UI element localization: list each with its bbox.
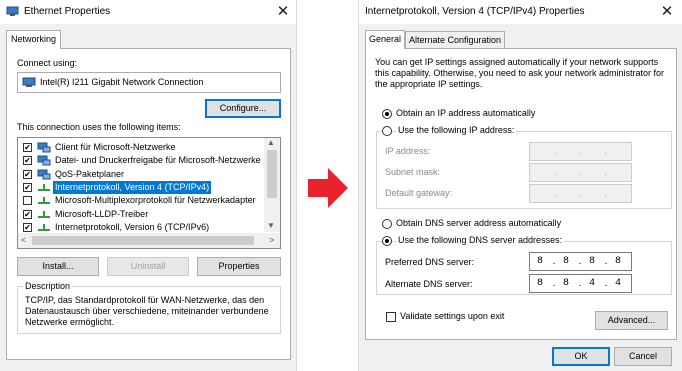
item-checkbox[interactable]: ✔ [23,156,32,166]
item-checkbox[interactable]: ✔ [23,143,32,152]
tab-networking[interactable]: Networking [6,30,61,49]
adapter-box: Intel(R) I211 Gigabit Network Connection [17,72,281,93]
qos-icon [37,169,51,180]
ip-address-label: IP address: [385,146,431,156]
use-following-ip-radio[interactable] [382,126,392,136]
tab-alternate-configuration[interactable]: Alternate Configuration [405,31,505,49]
item-checkbox[interactable] [23,196,32,206]
close-icon: ✕ [660,3,674,20]
file-sharing-icon [37,155,51,166]
network-adapter-icon [22,77,36,87]
alternate-dns-octet-3: 4 [588,278,595,289]
connect-using-label: Connect using: [17,58,78,68]
list-item-label: Datei- und Druckerfreigabe für Microsoft… [55,155,261,166]
uninstall-button[interactable]: Uninstall [107,257,189,276]
list-item-label: QoS-Paketplaner [55,168,125,179]
protocol-icon [38,210,50,218]
ip-address-field[interactable]: . . . [529,142,632,161]
items-label: This connection uses the following items… [17,122,181,132]
obtain-ip-auto-radio[interactable] [382,109,392,119]
alternate-dns-octet-4: 4 [614,278,621,289]
tab-general[interactable]: General [365,30,405,49]
list-item-label: Microsoft-LLDP-Treiber [55,208,149,219]
default-gateway-label: Default gateway: [385,188,453,198]
vertical-scrollbar[interactable]: ▲ ▼ [264,138,280,232]
scroll-down-icon[interactable]: ▼ [267,221,275,230]
protocol-icon [38,223,50,231]
alternate-dns-octet-1: 8 [536,278,543,289]
list-item-label: Client für Microsoft-Netzwerke [55,142,176,152]
h-scrollbar-thumb[interactable] [32,236,254,245]
alternate-dns-field[interactable]: 8 . 8 . 4 . 4 [529,274,632,293]
close-button[interactable]: ✕ [274,3,292,21]
obtain-dns-auto-label: Obtain DNS server address automatically [396,218,562,228]
description-title: Description [23,281,73,291]
scroll-up-icon[interactable]: ▲ [267,138,275,147]
ipv4-properties-window: Internetprotokoll, Version 4 (TCP/IPv4) … [358,0,682,371]
default-gateway-field[interactable]: . . . [529,184,632,203]
item-checkbox[interactable]: ✔ [23,169,32,179]
use-following-ip-label: Use the following IP address: [396,125,517,135]
subnet-mask-label: Subnet mask: [385,167,441,177]
adapter-name: Intel(R) I211 Gigabit Network Connection [40,77,204,87]
intro-text: You can get IP settings assigned automat… [375,57,664,89]
obtain-dns-auto-radio[interactable] [382,219,392,229]
right-arrow-icon [308,168,348,208]
network-client-icon [37,142,51,153]
horizontal-scrollbar[interactable]: < > [18,233,280,248]
preferred-dns-octet-3: 8 [588,256,595,267]
cancel-button[interactable]: Cancel [614,347,672,366]
alternate-dns-octet-2: 8 [562,278,569,289]
validate-checkbox[interactable] [386,312,396,322]
advanced-button[interactable]: Advanced... [595,311,668,330]
item-checkbox[interactable]: ✔ [23,222,32,232]
obtain-ip-auto-label: Obtain an IP address automatically [396,108,536,118]
list-item-label: Internetprotokoll, Version 4 (TCP/IPv4) [53,180,212,194]
close-icon: ✕ [276,3,290,20]
scrollbar-thumb[interactable] [267,150,277,198]
preferred-dns-label: Preferred DNS server: [385,257,475,267]
subnet-mask-field[interactable]: . . . [529,163,632,182]
list-item-label: Microsoft-Multiplexorprotokoll für Netzw… [55,195,256,206]
title-bar: Ethernet Properties ✕ [0,0,296,24]
item-checkbox[interactable]: ✔ [23,182,32,192]
properties-button[interactable]: Properties [197,257,281,276]
protocol-icon [38,183,50,191]
window-title: Ethernet Properties [24,6,111,17]
protocol-icon [38,197,50,205]
description-group: Description TCP/IP, das Standardprotokol… [17,281,281,334]
connection-items-list: ✔ Client für Microsoft-Netzwerke ✔ Datei- u… [17,137,281,249]
preferred-dns-octet-1: 8 [536,256,543,267]
preferred-dns-octet-2: 8 [562,256,569,267]
use-following-dns-label: Use the following DNS server addresses: [396,235,565,245]
use-following-dns-radio[interactable] [382,236,392,246]
ok-button[interactable]: OK [552,347,610,366]
window-title: Internetprotokoll, Version 4 (TCP/IPv4) … [365,6,585,17]
alternate-dns-label: Alternate DNS server: [385,279,473,289]
scroll-right-icon[interactable]: > [269,235,274,245]
description-text: TCP/IP, das Standardprotokoll für WAN-Ne… [25,295,269,327]
close-button[interactable]: ✕ [658,3,676,21]
preferred-dns-octet-4: 8 [614,256,621,267]
item-checkbox[interactable]: ✔ [23,209,32,219]
install-button[interactable]: Install... [17,257,99,276]
title-bar: Internetprotokoll, Version 4 (TCP/IPv4) … [359,0,682,24]
validate-label: Validate settings upon exit [400,311,505,321]
scroll-left-icon[interactable]: < [21,235,26,245]
preferred-dns-field[interactable]: 8 . 8 . 8 . 8 [529,252,632,271]
configure-button[interactable]: Configure... [205,99,281,118]
ethernet-properties-window: Ethernet Properties ✕ Networking Connect… [0,0,297,371]
list-item-label: Internetprotokoll, Version 6 (TCP/IPv6) [55,221,210,232]
network-adapter-icon [6,6,19,16]
